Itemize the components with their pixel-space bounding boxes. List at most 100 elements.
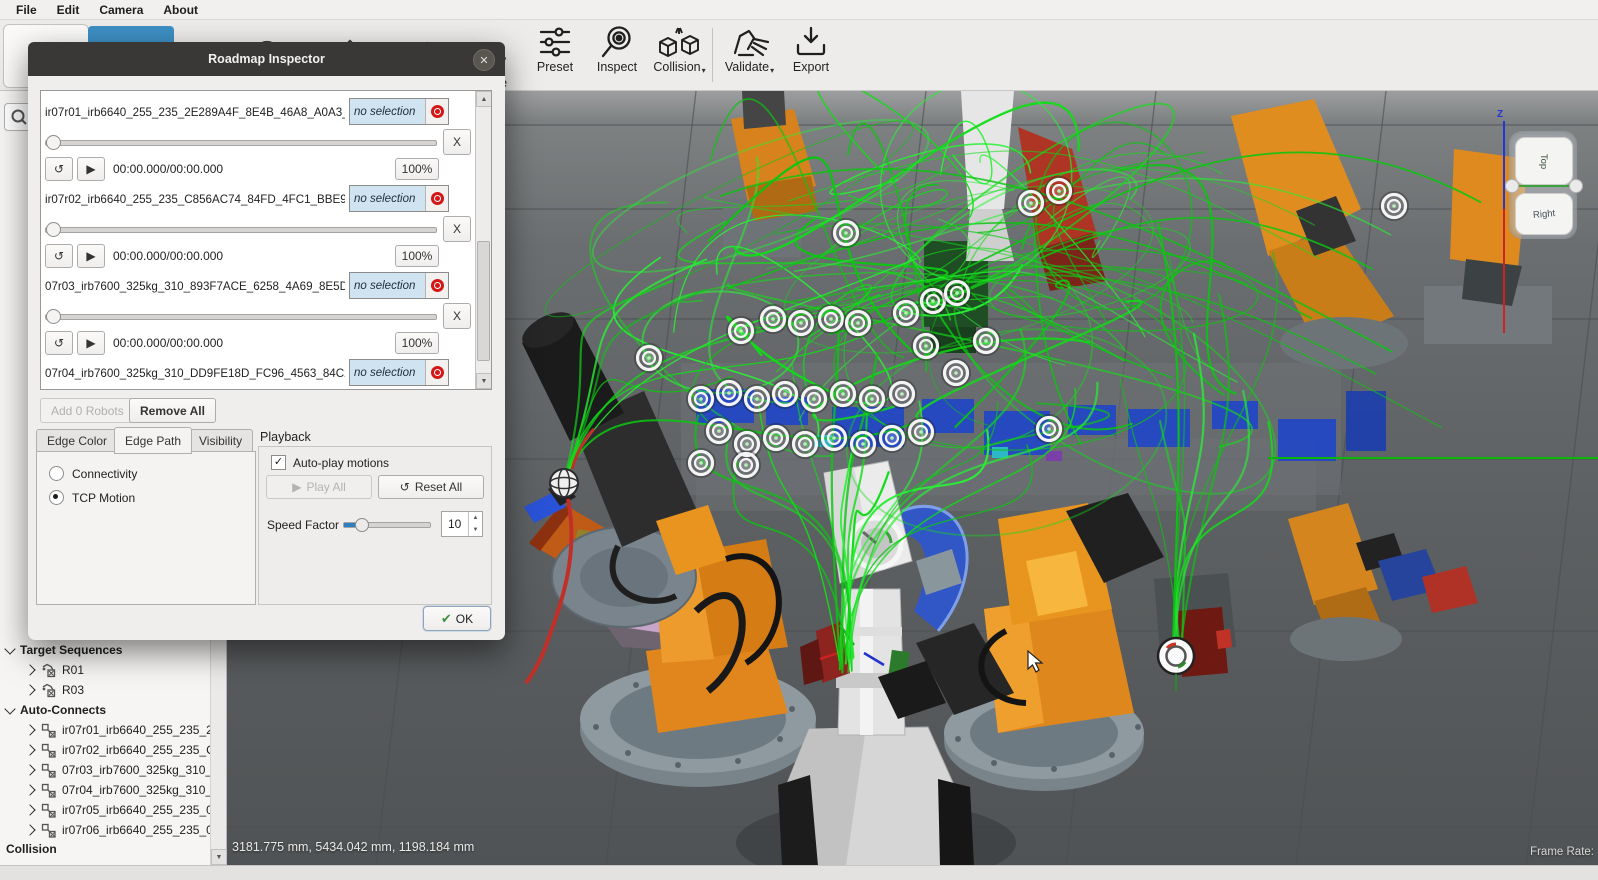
speed-percent[interactable]: 100% <box>395 158 439 180</box>
chevron-right-icon[interactable] <box>24 664 35 675</box>
record-button[interactable] <box>425 273 448 298</box>
autoconnect-icon <box>41 823 56 838</box>
chevron-right-icon[interactable] <box>24 744 35 755</box>
record-button[interactable] <box>425 186 448 211</box>
tree-item-r01[interactable]: R01 <box>18 660 226 680</box>
autoplay-checkbox[interactable]: ✓ Auto-play motions <box>271 455 389 470</box>
tree-item-autoconnect-6[interactable]: ir07r06_irb6640_255_235_0 <box>18 820 226 840</box>
menu-about[interactable]: About <box>153 2 208 18</box>
selection-field[interactable]: no selection <box>349 272 449 299</box>
chevron-right-icon[interactable] <box>24 724 35 735</box>
speed-percent[interactable]: 100% <box>395 245 439 267</box>
selection-field[interactable]: no selection <box>349 359 449 386</box>
record-button[interactable] <box>425 360 448 385</box>
menu-edit[interactable]: Edit <box>47 2 90 18</box>
spin-down-icon[interactable]: ▼ <box>469 524 482 536</box>
tree-item-autoconnect-2[interactable]: ir07r02_irb6640_255_235_C <box>18 740 226 760</box>
selection-field[interactable]: no selection <box>349 185 449 212</box>
remove-row-button[interactable]: X <box>443 216 471 242</box>
reset-all-button[interactable]: ↺ Reset All <box>378 475 484 499</box>
chevron-right-icon[interactable] <box>24 764 35 775</box>
radio-selected-icon[interactable] <box>49 490 64 505</box>
timeline-slider[interactable] <box>45 135 437 149</box>
timeline-slider[interactable] <box>45 309 437 323</box>
record-icon <box>431 105 444 118</box>
robot-row-2: ir07r02_irb6640_255_235_C856AC74_84FD_4F… <box>43 184 473 270</box>
menu-camera[interactable]: Camera <box>89 2 153 18</box>
validate-button[interactable]: Validate▾ <box>718 25 780 74</box>
slider-handle[interactable] <box>355 518 369 532</box>
tree-item-autoconnect-3[interactable]: 07r03_irb7600_325kg_310_8 <box>18 760 226 780</box>
speed-factor-slider[interactable] <box>343 517 431 531</box>
chevron-right-icon[interactable] <box>24 784 35 795</box>
menu-file[interactable]: File <box>6 2 47 18</box>
speed-factor-spinbox[interactable]: 10 ▲ ▼ <box>441 511 483 537</box>
roadmap-inspector-dialog: Roadmap Inspector ✕ ir07r01_irb6640_255_… <box>28 42 505 640</box>
check-icon: ✔ <box>441 611 452 627</box>
robot-row-1: ir07r01_irb6640_255_235_2E289A4F_8E4B_46… <box>43 97 473 183</box>
reset-button[interactable]: ↺ <box>45 244 73 268</box>
play-button[interactable]: ▶ <box>77 244 105 268</box>
slider-handle[interactable] <box>46 222 61 237</box>
close-icon[interactable]: ✕ <box>473 49 495 71</box>
application-window: File Edit Camera About re Preset <box>0 0 1598 880</box>
collision-button[interactable]: Collision▾ <box>648 25 710 74</box>
reset-button[interactable]: ↺ <box>45 331 73 355</box>
scroll-up-icon[interactable]: ▲ <box>476 91 492 107</box>
chevron-right-icon[interactable] <box>24 824 35 835</box>
chevron-down-icon[interactable] <box>4 643 15 654</box>
add-robots-button[interactable]: Add 0 Robots <box>40 398 135 423</box>
chevron-down-icon[interactable] <box>4 703 15 714</box>
tree-item-autoconnect-1[interactable]: ir07r01_irb6640_255_235_2 <box>18 720 226 740</box>
reset-button[interactable]: ↺ <box>45 157 73 181</box>
inspect-button[interactable]: Inspect <box>586 25 648 74</box>
tree-item-r03[interactable]: R03 <box>18 680 226 700</box>
scroll-down-icon[interactable]: ▼ <box>476 373 492 389</box>
timeline-slider[interactable] <box>45 222 437 236</box>
remove-row-button[interactable]: X <box>443 129 471 155</box>
z-axis-label: Z <box>1497 109 1503 120</box>
view-cube-corner-left[interactable] <box>1505 179 1519 193</box>
radio-connectivity[interactable]: Connectivity <box>49 466 137 481</box>
dialog-titlebar[interactable]: Roadmap Inspector ✕ <box>28 42 505 76</box>
ok-button[interactable]: ✔ OK <box>423 606 491 631</box>
spin-up-icon[interactable]: ▲ <box>469 512 482 524</box>
radio-tcp-motion[interactable]: TCP Motion <box>49 490 135 505</box>
robot-list: ir07r01_irb6640_255_235_2E289A4F_8E4B_46… <box>40 90 492 390</box>
tree-group-target-sequences[interactable]: Target Sequences <box>0 640 208 660</box>
robot-row-3: 07r03_irb7600_325kg_310_893F7ACE_6258_4A… <box>43 271 473 357</box>
autoconnect-icon <box>41 803 56 818</box>
tab-edge-path[interactable]: Edge Path <box>114 427 192 454</box>
export-button[interactable]: Export <box>780 25 842 74</box>
tab-visibility[interactable]: Visibility <box>188 429 253 453</box>
list-scrollbar[interactable]: ▲ ▼ <box>475 91 491 389</box>
radio-icon[interactable] <box>49 466 64 481</box>
checkbox-checked-icon[interactable]: ✓ <box>271 455 286 470</box>
tree-item-autoconnect-5[interactable]: ir07r05_irb6640_255_235_0 <box>18 800 226 820</box>
view-cube-corner-right[interactable] <box>1569 179 1583 193</box>
slider-handle[interactable] <box>46 135 61 150</box>
sphere-target-marker[interactable] <box>550 469 578 497</box>
tab-edge-color[interactable]: Edge Color <box>36 429 118 453</box>
remove-row-button[interactable]: X <box>443 303 471 329</box>
chevron-right-icon[interactable] <box>24 684 35 695</box>
record-button[interactable] <box>425 99 448 124</box>
scrollbar-thumb[interactable] <box>477 241 490 361</box>
chevron-right-icon[interactable] <box>24 804 35 815</box>
play-button[interactable]: ▶ <box>77 331 105 355</box>
slider-handle[interactable] <box>46 309 61 324</box>
play-button[interactable]: ▶ <box>77 157 105 181</box>
preset-button[interactable]: Preset <box>524 25 586 74</box>
toolbar-separator <box>712 28 713 82</box>
scroll-down-icon[interactable]: ▼ <box>211 849 227 865</box>
tree-group-auto-connects[interactable]: Auto-Connects <box>0 700 208 720</box>
frame-rate-label: Frame Rate: <box>1530 846 1594 858</box>
view-cube-right-face[interactable]: Right <box>1515 193 1573 235</box>
tree-group-collision[interactable]: Collision <box>6 839 214 859</box>
speed-percent[interactable]: 100% <box>395 332 439 354</box>
play-all-button[interactable]: ▶ Play All <box>266 475 372 499</box>
view-cube-top-face[interactable]: Top <box>1515 137 1573 185</box>
selection-field[interactable]: no selection <box>349 98 449 125</box>
tree-item-autoconnect-4[interactable]: 07r04_irb7600_325kg_310_D <box>18 780 226 800</box>
remove-all-button[interactable]: Remove All <box>129 398 216 423</box>
